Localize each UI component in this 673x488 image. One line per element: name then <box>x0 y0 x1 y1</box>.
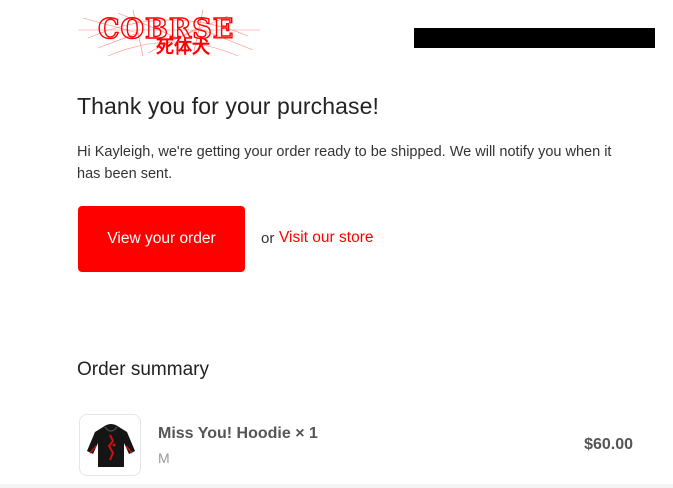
divider <box>0 484 673 488</box>
logo-subtext: 死体犬 <box>156 36 211 58</box>
or-separator: or <box>261 230 275 247</box>
redacted-block <box>414 28 655 48</box>
product-thumbnail[interactable] <box>79 414 141 476</box>
logo-graphic-icon: COBRSE 死体犬 <box>78 9 260 58</box>
order-message: Hi Kayleigh, we're getting your order re… <box>77 144 612 182</box>
hoodie-image-icon <box>87 424 135 467</box>
product-name: Miss You! Hoodie × 1 <box>158 425 318 442</box>
visit-store-link[interactable]: Visit our store <box>279 229 373 247</box>
brand-logo[interactable]: COBRSE 死体犬 <box>78 8 260 58</box>
view-order-button[interactable]: View your order <box>78 206 245 272</box>
product-variant: M <box>158 450 170 466</box>
order-summary-heading: Order summary <box>77 359 209 380</box>
page-title: Thank you for your purchase! <box>77 93 379 119</box>
product-price: $60.00 <box>584 436 633 453</box>
email-page: COBRSE 死体犬 Thank you for your purchase! … <box>0 0 673 488</box>
